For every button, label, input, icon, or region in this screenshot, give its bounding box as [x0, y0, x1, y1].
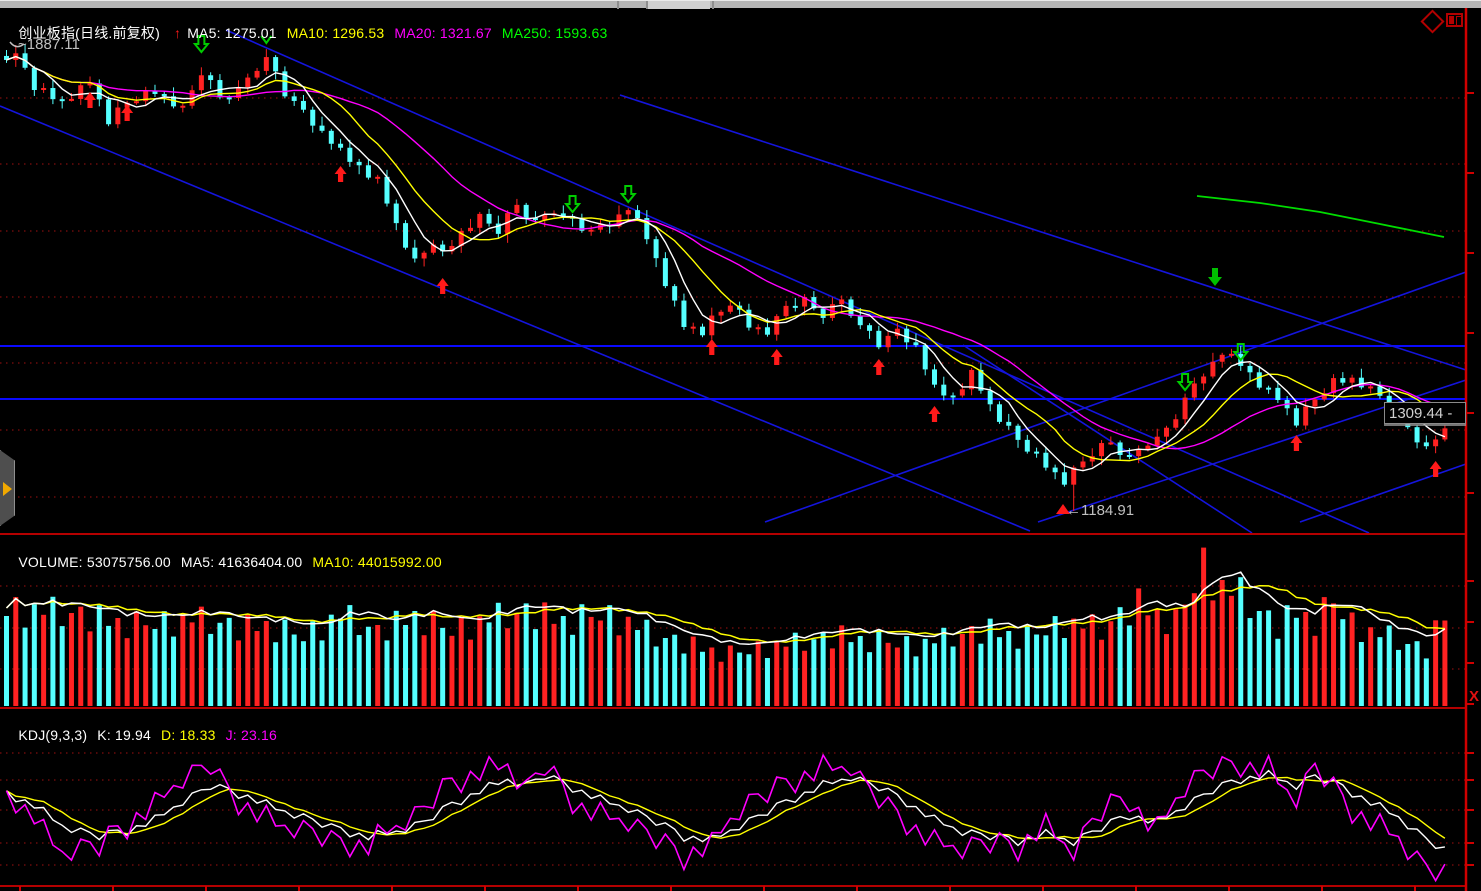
- chart-application-window: 创业板指(日线.前复权)↑MA5: 1275.01MA10: 1296.53MA…: [0, 0, 1481, 891]
- volume-ma10-value: MA10: 44015992.00: [312, 554, 442, 570]
- kdj-title: KDJ(9,3,3): [18, 727, 87, 743]
- volume-value: VOLUME: 53075756.00: [18, 554, 170, 570]
- expand-right-icon: [3, 482, 12, 496]
- high-price-label: ~1887.11: [18, 36, 80, 53]
- ma250-value: MA250: 1593.63: [502, 25, 608, 41]
- last-price-label: 1309.44 -: [1384, 402, 1466, 424]
- volume-ma5-value: MA5: 41636404.00: [181, 554, 303, 570]
- main-panel-header: 创业板指(日线.前复权)↑MA5: 1275.01MA10: 1296.53MA…: [2, 9, 617, 57]
- kdj-j-value: J: 23.16: [226, 727, 277, 743]
- kdj-k-value: K: 19.94: [97, 727, 151, 743]
- ma20-value: MA20: 1321.67: [394, 25, 492, 41]
- split-window-left-pane: [1449, 16, 1454, 24]
- low-price-label: ←1184.91: [1066, 502, 1134, 519]
- ma5-value: MA5: 1275.01: [187, 25, 277, 41]
- kdj-panel-header: KDJ(9,3,3) K: 19.94 D: 18.33 J: 23.16: [2, 711, 287, 759]
- split-window-right-pane: [1456, 16, 1462, 26]
- split-window-icon[interactable]: [1446, 13, 1463, 27]
- kdj-d-value: D: 18.33: [161, 727, 216, 743]
- ma10-value: MA10: 1296.53: [287, 25, 385, 41]
- sidebar-expander-tab[interactable]: [0, 450, 15, 526]
- signal-up-arrow-icon: ↑: [174, 25, 181, 41]
- close-panel-icon[interactable]: X: [1469, 689, 1481, 705]
- volume-panel-header: VOLUME: 53075756.00 MA5: 41636404.00 MA10:…: [2, 538, 452, 586]
